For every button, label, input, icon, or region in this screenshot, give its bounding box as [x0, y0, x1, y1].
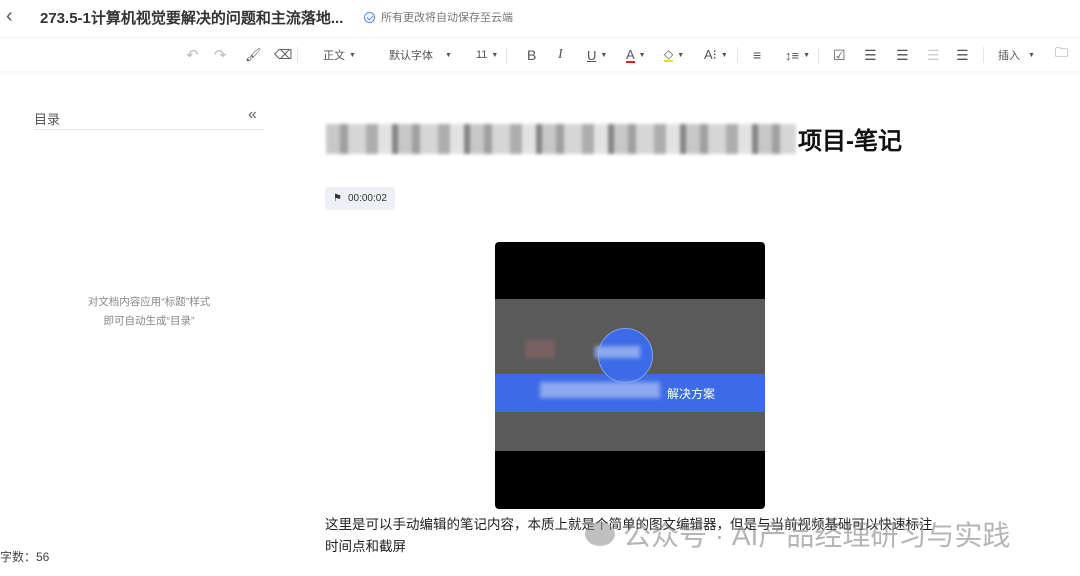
redo-icon[interactable]: ↷: [214, 46, 227, 64]
insert-menu[interactable]: 插入 ▼: [998, 46, 1035, 64]
font-family-select[interactable]: 默认字体 ▼: [389, 46, 452, 64]
collapse-toc-icon[interactable]: «: [248, 106, 257, 124]
caret-down-icon: ▼: [677, 51, 685, 59]
ordered-list-icon[interactable]: ☰: [864, 46, 877, 64]
redacted-text: [595, 346, 640, 358]
watermark-text: 公众号 · AI产品经理研习与实践: [623, 520, 1011, 551]
font-label: 默认字体: [389, 50, 433, 62]
redacted-text: [540, 382, 660, 398]
font-size-select[interactable]: 11 ▼: [476, 46, 498, 64]
check-circle-icon: [364, 11, 375, 23]
outdent-icon[interactable]: ☰: [927, 46, 940, 64]
divider: [506, 47, 507, 63]
divider: [737, 47, 738, 63]
hint-line: 即可自动生成“目录”: [103, 315, 195, 327]
hint-line: 对文档内容应用“标题”样式: [87, 296, 211, 308]
document-title: 273.5-1计算机视觉要解决的问题和主流落地...: [40, 10, 344, 27]
timestamp-text: 00:00:02: [347, 193, 387, 204]
word-count: 字数：56: [0, 550, 50, 564]
font-color-button[interactable]: A ▼: [626, 46, 646, 64]
highlighter-icon: ◇: [664, 47, 674, 62]
caret-down-icon: ▼: [720, 51, 728, 59]
caret-down-icon: ▼: [638, 51, 646, 59]
save-status: 所有更改将自动保存至云端: [364, 9, 513, 25]
watermark: 公众号 · AI产品经理研习与实践: [585, 514, 1010, 554]
toolbar-shadow: [0, 71, 1080, 77]
font-adjust-icon: A⁝: [704, 47, 717, 62]
toolbar: ↶ ↷ 🖌︎ ⌫ 正文 ▼ 默认字体 ▼ 11 ▼ B I U ▼ A ▼ ◇ ▼ A⁝ ▼ …: [0, 37, 1080, 71]
caret-down-icon: ▼: [491, 51, 499, 59]
screenshot-caption: 解决方案: [667, 387, 716, 401]
checkbox-list-icon[interactable]: ☑: [833, 46, 846, 64]
timestamp-badge[interactable]: ⚑ 00:00:02: [325, 187, 395, 210]
size-label: 11: [476, 49, 488, 61]
highlight-button[interactable]: ◇ ▼: [664, 46, 684, 64]
divider: [297, 47, 298, 63]
line-spacing-button[interactable]: ↕≡ ▼: [785, 46, 810, 64]
back-button[interactable]: ‹: [6, 5, 13, 28]
folder-icon[interactable]: 🗀: [1055, 45, 1068, 64]
divider: [818, 47, 819, 63]
italic-button[interactable]: I: [558, 46, 563, 64]
font-size-adjust-button[interactable]: A⁝ ▼: [704, 46, 728, 64]
wechat-icon: [585, 522, 615, 546]
format-painter-icon[interactable]: 🖌︎: [245, 46, 262, 64]
line-spacing-icon: ↕≡: [785, 47, 800, 63]
caret-down-icon: ▼: [349, 51, 356, 59]
font-color-icon: A: [626, 46, 635, 63]
bullet-list-icon[interactable]: ☰: [896, 46, 909, 64]
caret-down-icon: ▼: [1028, 51, 1035, 59]
paragraph-style-select[interactable]: 正文 ▼: [323, 46, 356, 64]
flag-icon: ⚑: [333, 193, 342, 204]
toc-title: 目录: [34, 112, 61, 127]
bold-button[interactable]: B: [527, 46, 536, 64]
underline-button[interactable]: U ▼: [587, 46, 607, 64]
style-label: 正文: [323, 50, 345, 62]
underline-label: U: [587, 47, 597, 63]
divider: [34, 129, 264, 130]
redacted-text: [525, 340, 555, 358]
heading-text: 项目-笔记: [798, 128, 902, 155]
redacted-text: [326, 123, 796, 154]
undo-icon[interactable]: ↶: [186, 46, 199, 64]
indent-icon[interactable]: ☰: [956, 46, 969, 64]
divider: [983, 47, 984, 63]
caret-down-icon: ▼: [445, 51, 452, 59]
document-heading[interactable]: 项目-笔记: [326, 121, 902, 156]
toc-empty-hint: 对文档内容应用“标题”样式 即可自动生成“目录”: [34, 293, 264, 331]
caret-down-icon: ▼: [600, 51, 608, 59]
align-icon[interactable]: ≡: [753, 46, 761, 64]
video-screenshot[interactable]: 解决方案: [495, 242, 765, 509]
insert-label: 插入: [998, 50, 1020, 62]
caret-down-icon: ▼: [803, 51, 811, 59]
eraser-icon[interactable]: ⌫: [274, 46, 292, 64]
save-status-text: 所有更改将自动保存至云端: [381, 12, 513, 24]
